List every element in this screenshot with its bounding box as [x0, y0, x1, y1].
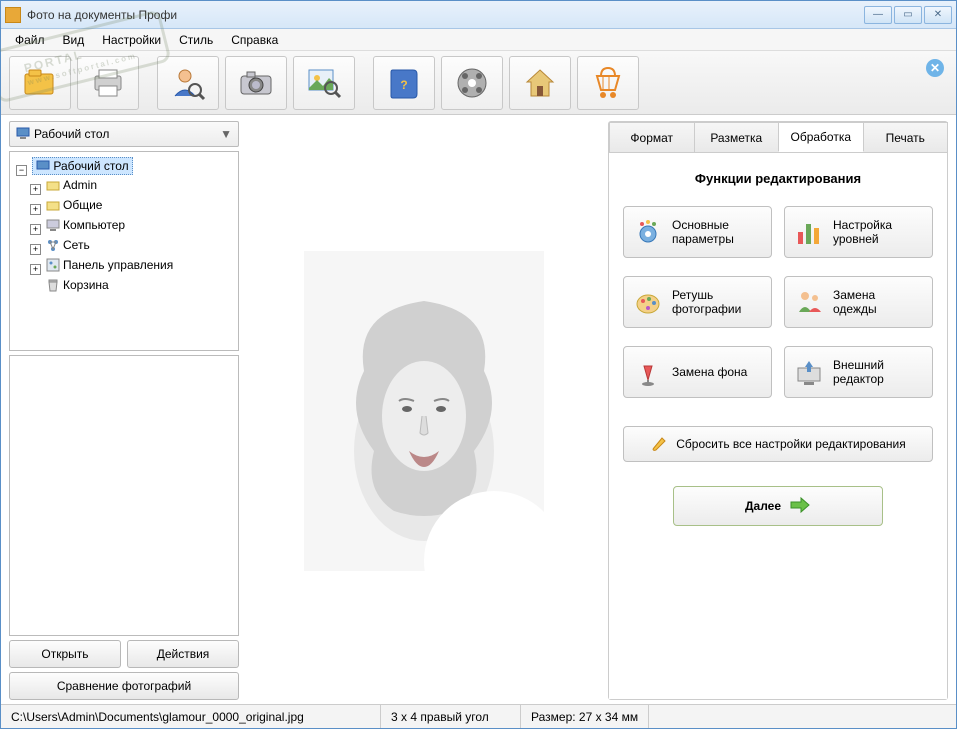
desktop-icon: [16, 126, 30, 143]
brush-icon: [650, 434, 668, 455]
edit-levels-button[interactable]: Настройка уровней: [784, 206, 933, 258]
tree-node-computer[interactable]: Компьютер: [43, 217, 128, 233]
app-icon: [5, 7, 21, 23]
gear-icon: [634, 218, 662, 246]
trash-icon: [46, 278, 60, 292]
palette-icon: [634, 288, 662, 316]
edit-basic-button[interactable]: Основные параметры: [623, 206, 772, 258]
menu-settings[interactable]: Настройки: [94, 31, 169, 49]
bars-icon: [795, 218, 823, 246]
status-path: C:\Users\Admin\Documents\glamour_0000_or…: [1, 705, 381, 728]
actions-button[interactable]: Действия: [127, 640, 239, 668]
status-size: Размер: 27 x 34 мм: [521, 705, 649, 728]
open-button[interactable]: Открыть: [9, 640, 121, 668]
close-button[interactable]: ✕: [924, 6, 952, 24]
folder-icon: [46, 198, 60, 212]
toolbar-video[interactable]: [441, 56, 503, 110]
menubar: Файл Вид Настройки Стиль Справка: [1, 29, 956, 51]
arrow-right-icon: [789, 496, 811, 517]
menu-file[interactable]: Файл: [7, 31, 53, 49]
left-panel: Рабочий стол ▼ − Рабочий стол +Admin +Об…: [9, 121, 239, 700]
lamp-icon: [634, 358, 662, 386]
toolbar-print[interactable]: [77, 56, 139, 110]
photo-viewport: [247, 121, 600, 700]
tree-node-trash[interactable]: Корзина: [43, 277, 112, 293]
tree-node-public[interactable]: Общие: [43, 197, 105, 213]
tree-node-network[interactable]: Сеть: [43, 237, 93, 253]
toolbar-open[interactable]: [9, 56, 71, 110]
toolbar-person[interactable]: [157, 56, 219, 110]
tree-node-controlpanel[interactable]: Панель управления: [43, 257, 176, 273]
right-panel: Формат Разметка Обработка Печать Функции…: [608, 121, 948, 700]
titlebar: Фото на документы Профи — ▭ ✕: [1, 1, 956, 29]
menu-view[interactable]: Вид: [55, 31, 93, 49]
tab-print[interactable]: Печать: [863, 122, 949, 152]
tab-processing[interactable]: Обработка: [778, 122, 864, 152]
location-combo[interactable]: Рабочий стол ▼: [9, 121, 239, 147]
toolbar-info-icon[interactable]: ✕: [926, 59, 944, 77]
tab-format[interactable]: Формат: [609, 122, 695, 152]
toolbar-help[interactable]: ?: [373, 56, 435, 110]
edit-background-button[interactable]: Замена фона: [623, 346, 772, 398]
status-corner: 3 x 4 правый угол: [381, 705, 521, 728]
edit-clothes-button[interactable]: Замена одежды: [784, 276, 933, 328]
document-photo: [304, 251, 544, 571]
compare-button[interactable]: Сравнение фотографий: [9, 672, 239, 700]
toolbar: ? ✕: [1, 51, 956, 115]
controlpanel-icon: [46, 258, 60, 272]
tabs: Формат Разметка Обработка Печать: [609, 122, 947, 152]
location-label: Рабочий стол: [34, 127, 109, 141]
expand-toggle[interactable]: +: [30, 264, 41, 275]
network-icon: [46, 238, 60, 252]
computer-icon: [46, 218, 60, 232]
processing-heading: Функции редактирования: [695, 171, 861, 186]
folder-icon: [46, 178, 60, 192]
expand-toggle[interactable]: +: [30, 244, 41, 255]
processing-panel: Функции редактирования Основные параметр…: [609, 152, 947, 699]
edit-retouch-button[interactable]: Ретушь фотографии: [623, 276, 772, 328]
edit-external-button[interactable]: Внешний редактор: [784, 346, 933, 398]
thumbnail-preview: [9, 355, 239, 636]
toolbar-home[interactable]: [509, 56, 571, 110]
statusbar: C:\Users\Admin\Documents\glamour_0000_or…: [1, 704, 956, 728]
tree-node-admin[interactable]: Admin: [43, 177, 100, 193]
tree-root[interactable]: Рабочий стол: [32, 157, 132, 175]
expand-toggle[interactable]: +: [30, 184, 41, 195]
desktop-icon: [36, 159, 50, 173]
toolbar-image-search[interactable]: [293, 56, 355, 110]
window-title: Фото на документы Профи: [27, 8, 864, 22]
expand-toggle[interactable]: +: [30, 224, 41, 235]
toolbar-cart[interactable]: [577, 56, 639, 110]
reset-button[interactable]: Сбросить все настройки редактирования: [623, 426, 933, 462]
next-button[interactable]: Далее: [673, 486, 883, 526]
collapse-toggle[interactable]: −: [16, 165, 27, 176]
maximize-button[interactable]: ▭: [894, 6, 922, 24]
minimize-button[interactable]: —: [864, 6, 892, 24]
person-swap-icon: [795, 288, 823, 316]
monitor-upload-icon: [795, 358, 823, 386]
svg-text:?: ?: [400, 78, 407, 92]
expand-toggle[interactable]: +: [30, 204, 41, 215]
toolbar-camera[interactable]: [225, 56, 287, 110]
menu-style[interactable]: Стиль: [171, 31, 221, 49]
menu-help[interactable]: Справка: [223, 31, 286, 49]
tab-layout[interactable]: Разметка: [694, 122, 780, 152]
folder-tree[interactable]: − Рабочий стол +Admin +Общие +Компьютер …: [9, 151, 239, 351]
chevron-down-icon: ▼: [220, 127, 232, 141]
